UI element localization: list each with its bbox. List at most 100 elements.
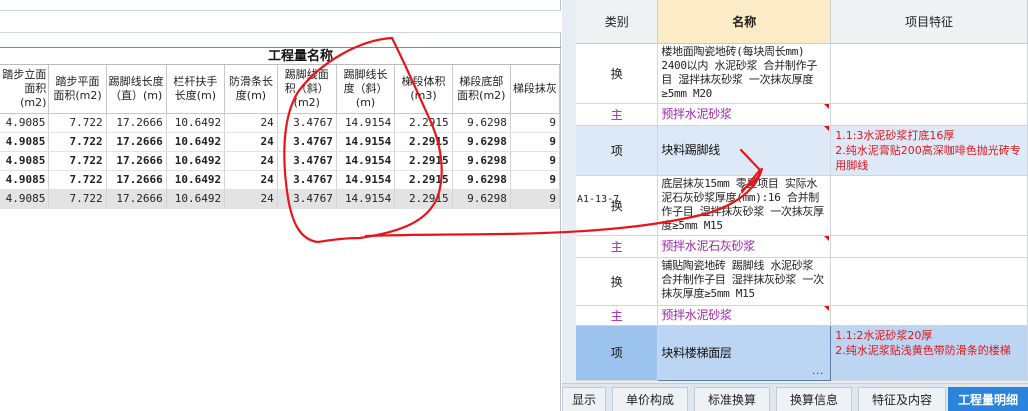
table-cell[interactable]: 17.2666: [106, 151, 167, 171]
table-row[interactable]: 4.9085 7.722 17.2666 10.6492 24 3.4767 1…: [0, 132, 561, 152]
table-cell[interactable]: 9: [510, 151, 561, 171]
feature-cell[interactable]: [830, 175, 1028, 236]
table-row[interactable]: 项 块料楼梯面层... 1.1:2水泥砂浆20厚 2.纯水泥浆贴浅黄色带防滑条的…: [576, 324, 1028, 381]
kind-cell[interactable]: 主: [576, 305, 659, 326]
kind-cell[interactable]: 项: [576, 325, 659, 381]
table-cell[interactable]: 14.9154: [336, 189, 396, 209]
table-cell[interactable]: 24: [224, 132, 278, 152]
table-cell[interactable]: 2.2915: [394, 113, 453, 133]
table-cell[interactable]: 10.6492: [166, 170, 226, 190]
tab-display[interactable]: 显示: [562, 387, 606, 411]
table-cell[interactable]: 24: [224, 189, 278, 209]
column-header[interactable]: 栏杆扶手长度(m): [166, 65, 226, 114]
column-header[interactable]: 踢脚线长度（斜）(m): [336, 65, 396, 114]
table-cell[interactable]: 14.9154: [336, 151, 396, 171]
table-row[interactable]: 换 底层抹灰15mm 零星项目 实际水泥石灰砂浆厚度(mm):16 合并制作子目…: [576, 175, 1028, 236]
tab-features[interactable]: 特征及内容: [858, 387, 946, 411]
column-header[interactable]: 梯段体积(m3): [394, 65, 453, 114]
table-cell[interactable]: 10.6492: [166, 189, 226, 209]
table-cell[interactable]: 9.6298: [452, 132, 511, 152]
feature-cell[interactable]: [830, 103, 1028, 126]
table-cell[interactable]: 10.6492: [166, 151, 226, 171]
feature-cell[interactable]: [830, 43, 1028, 104]
table-cell[interactable]: 14.9154: [336, 170, 396, 190]
tab-conversion-info[interactable]: 换算信息: [776, 387, 852, 411]
table-cell[interactable]: 7.722: [48, 189, 107, 209]
table-cell[interactable]: 9.6298: [452, 113, 511, 133]
table-cell[interactable]: 10.6492: [166, 132, 226, 152]
table-row[interactable]: 换 楼地面陶瓷地砖(每块周长mm) 2400以内 水泥砂浆 合并制作子目 湿拌抹…: [576, 43, 1028, 104]
formula-input[interactable]: [0, 10, 561, 33]
table-row[interactable]: 项 块料踢脚线 1.1:3水泥砂浆打底16厚 2.纯水泥膏贴200高深咖啡色抛光…: [576, 125, 1028, 176]
table-row[interactable]: 4.9085 7.722 17.2666 10.6492 24 3.4767 1…: [0, 189, 561, 209]
table-cell[interactable]: 17.2666: [106, 189, 167, 209]
name-cell[interactable]: 块料踢脚线: [657, 125, 832, 176]
column-header[interactable]: 踏步立面面积(m2): [0, 65, 50, 114]
name-cell[interactable]: 预拌水泥石灰砂浆: [657, 235, 832, 258]
column-header[interactable]: 梯段底部面积(m2): [452, 65, 511, 114]
table-cell[interactable]: 2.2915: [394, 132, 453, 152]
table-cell[interactable]: 9: [510, 189, 561, 209]
name-cell[interactable]: 底层抹灰15mm 零星项目 实际水泥石灰砂浆厚度(mm):16 合并制作子目 湿…: [657, 175, 832, 236]
table-cell[interactable]: 17.2666: [106, 132, 167, 152]
name-cell[interactable]: 预拌水泥砂浆: [657, 305, 832, 326]
tab-unit-price[interactable]: 单价构成: [612, 387, 688, 411]
table-cell[interactable]: 4.9085: [0, 170, 50, 190]
kind-cell[interactable]: 换: [576, 43, 659, 104]
table-row[interactable]: 4.9085 7.722 17.2666 10.6492 24 3.4767 1…: [0, 113, 561, 133]
table-cell[interactable]: 9.6298: [452, 151, 511, 171]
kind-cell[interactable]: 换: [576, 175, 659, 236]
table-cell[interactable]: 2.2915: [394, 151, 453, 171]
table-cell[interactable]: 14.9154: [336, 113, 396, 133]
table-cell[interactable]: 3.4767: [277, 189, 337, 209]
column-header[interactable]: 踏步平面面积(m2): [48, 65, 107, 114]
table-cell[interactable]: 3.4767: [277, 132, 337, 152]
table-row[interactable]: 换 铺贴陶瓷地砖 踢脚线 水泥砂浆 合并制作子目 湿拌抹灰砂浆 一次抹灰厚度≥5…: [576, 257, 1028, 306]
table-cell[interactable]: 7.722: [48, 170, 107, 190]
table-row[interactable]: 4.9085 7.722 17.2666 10.6492 24 3.4767 1…: [0, 151, 561, 171]
table-cell[interactable]: 24: [224, 113, 278, 133]
table-cell[interactable]: 3.4767: [277, 113, 337, 133]
table-cell[interactable]: 4.9085: [0, 113, 50, 133]
table-cell[interactable]: 3.4767: [277, 170, 337, 190]
table-cell[interactable]: 4.9085: [0, 132, 50, 152]
column-header[interactable]: 防滑条长度(m): [224, 65, 278, 114]
table-row[interactable]: 主 预拌水泥砂浆: [576, 103, 1028, 126]
table-cell[interactable]: 2.2915: [394, 189, 453, 209]
table-cell[interactable]: 9: [510, 132, 561, 152]
table-cell[interactable]: 4.9085: [0, 151, 50, 171]
table-cell[interactable]: 14.9154: [336, 132, 396, 152]
table-cell[interactable]: 9: [510, 170, 561, 190]
feature-cell[interactable]: 1.1:3水泥砂浆打底16厚 2.纯水泥膏贴200高深咖啡色抛光砖专用脚线: [830, 125, 1028, 176]
table-cell[interactable]: 4.9085: [0, 189, 50, 209]
column-header[interactable]: 踢脚线长度（直）(m): [106, 65, 167, 114]
table-cell[interactable]: 24: [224, 151, 278, 171]
table-cell[interactable]: 10.6492: [166, 113, 226, 133]
table-cell[interactable]: 2.2915: [394, 170, 453, 190]
feature-cell[interactable]: [830, 257, 1028, 306]
table-cell[interactable]: 7.722: [48, 132, 107, 152]
table-cell[interactable]: 9.6298: [452, 189, 511, 209]
table-row[interactable]: 4.9085 7.722 17.2666 10.6492 24 3.4767 1…: [0, 170, 561, 190]
table-cell[interactable]: 17.2666: [106, 113, 167, 133]
table-cell[interactable]: 24: [224, 170, 278, 190]
table-row[interactable]: 主 预拌水泥石灰砂浆: [576, 235, 1028, 258]
table-row[interactable]: 主 预拌水泥砂浆: [576, 305, 1028, 326]
column-header-kind[interactable]: 类别: [576, 0, 659, 44]
kind-cell[interactable]: 主: [576, 235, 659, 258]
name-cell[interactable]: 块料楼梯面层...: [657, 324, 832, 381]
kind-cell[interactable]: 项: [576, 125, 659, 176]
table-cell[interactable]: 7.722: [48, 113, 107, 133]
tab-quantity-detail[interactable]: 工程量明细: [948, 387, 1028, 411]
column-header[interactable]: 梯段抹灰: [510, 65, 561, 114]
name-cell[interactable]: 铺贴陶瓷地砖 踢脚线 水泥砂浆 合并制作子目 湿拌抹灰砂浆 一次抹灰厚度≥5mm…: [657, 257, 832, 306]
table-cell[interactable]: 17.2666: [106, 170, 167, 190]
table-cell[interactable]: 3.4767: [277, 151, 337, 171]
feature-cell[interactable]: [830, 235, 1028, 258]
table-cell[interactable]: 9: [510, 113, 561, 133]
ellipsis-button[interactable]: ...: [812, 364, 824, 378]
kind-cell[interactable]: 主: [576, 103, 659, 126]
table-cell[interactable]: 7.722: [48, 151, 107, 171]
kind-cell[interactable]: 换: [576, 257, 659, 306]
name-cell[interactable]: 楼地面陶瓷地砖(每块周长mm) 2400以内 水泥砂浆 合并制作子目 湿拌抹灰砂…: [657, 43, 832, 104]
